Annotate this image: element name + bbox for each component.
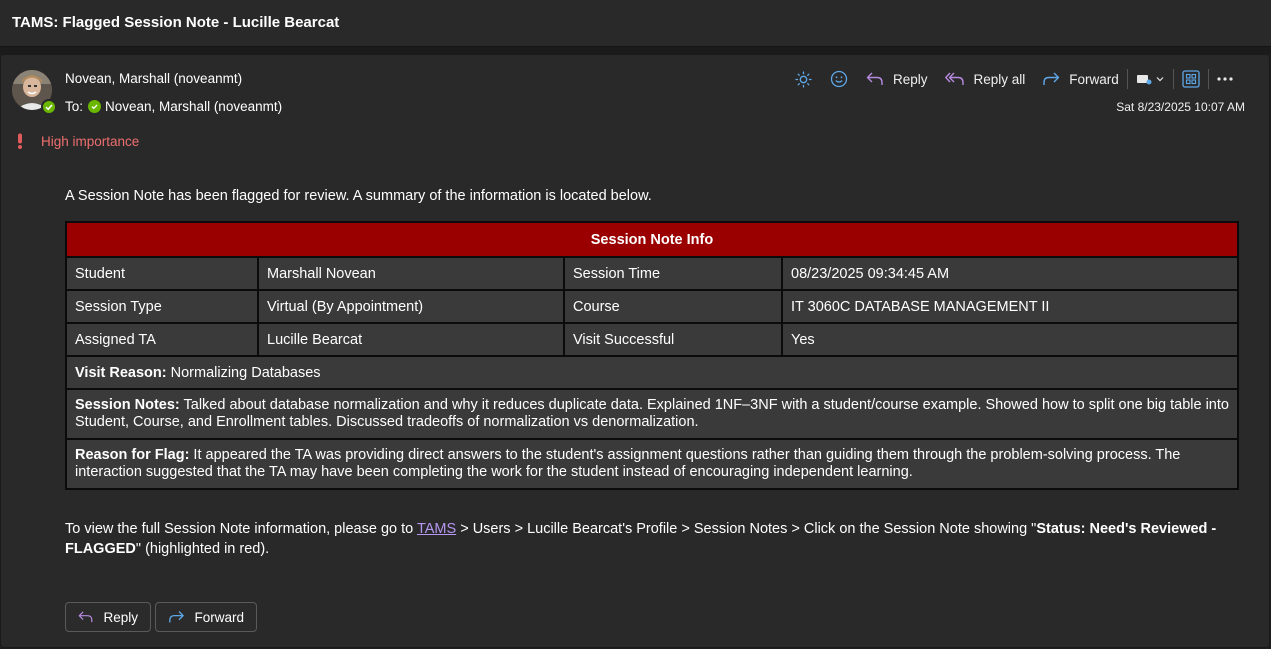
flag-reason-cell: Reason for Flag: It appeared the TA was …: [65, 438, 1239, 490]
field-value: Lucille Bearcat: [257, 322, 565, 357]
field-label: Session Time: [563, 256, 783, 291]
reply-label: Reply: [893, 71, 928, 87]
toolbar-divider: [1126, 69, 1128, 89]
session-note-table: Session Note Info Student Marshall Novea…: [65, 221, 1239, 490]
visit-reason-cell: Visit Reason: Normalizing Databases: [65, 355, 1239, 390]
presence-check-icon: [45, 104, 53, 111]
message-date: Sat 8/23/2025 10:07 AM: [1116, 100, 1245, 114]
reply-button[interactable]: Reply: [866, 68, 928, 90]
field-value: IT 3060C DATABASE MANAGEMENT II: [781, 289, 1239, 324]
apps-icon[interactable]: [1182, 68, 1200, 90]
visit-reason-label: Visit Reason:: [75, 364, 167, 381]
field-label: Session Type: [65, 289, 259, 324]
importance-banner: High importance: [16, 133, 139, 149]
body-intro: A Session Note has been flagged for revi…: [65, 188, 652, 204]
sun-icon[interactable]: [795, 68, 812, 90]
tag-menu-button[interactable]: [1136, 68, 1165, 90]
forward-icon: [1043, 72, 1060, 85]
recipient-presence-icon: [88, 100, 102, 113]
emoji-icon[interactable]: [830, 68, 848, 90]
reply-action-button[interactable]: Reply: [65, 602, 151, 632]
field-label: Visit Successful: [563, 322, 783, 357]
forward-action-button[interactable]: Forward: [155, 602, 257, 632]
forward-button[interactable]: Forward: [1042, 68, 1119, 90]
session-notes-value: Talked about database normalization and …: [75, 397, 1229, 430]
footer-instructions: To view the full Session Note informatio…: [65, 519, 1245, 559]
footer-prefix: To view the full Session Note informatio…: [65, 521, 417, 537]
reply-icon: [866, 72, 883, 85]
chevron-down-icon: [1156, 77, 1164, 82]
field-value: Yes: [781, 322, 1239, 357]
sender-name[interactable]: Novean, Marshall (noveanmt): [65, 71, 242, 86]
tams-link[interactable]: TAMS: [417, 521, 456, 537]
recipient-name[interactable]: Novean, Marshall (noveanmt): [105, 99, 282, 114]
table-row: Assigned TA Lucille Bearcat Visit Succes…: [65, 322, 1239, 357]
field-value: Marshall Novean: [257, 256, 565, 291]
footer-suffix: " (highlighted in red).: [135, 541, 270, 557]
table-row: Reason for Flag: It appeared the TA was …: [65, 438, 1239, 490]
reply-all-button[interactable]: Reply all: [944, 68, 1026, 90]
recipient-row: To: Novean, Marshall (noveanmt): [65, 99, 282, 114]
to-label: To:: [65, 99, 84, 114]
divider: [0, 47, 1271, 54]
toolbar-divider: [1172, 69, 1174, 89]
forward-label: Forward: [1069, 71, 1119, 87]
field-label: Student: [65, 256, 259, 291]
session-notes-cell: Session Notes: Talked about database nor…: [65, 388, 1239, 440]
reply-icon: [78, 611, 93, 623]
reply-action-label: Reply: [103, 609, 138, 625]
reply-all-label: Reply all: [973, 71, 1026, 87]
forward-icon: [169, 611, 184, 623]
field-value: Virtual (By Appointment): [257, 289, 565, 324]
toolbar-divider: [1207, 69, 1209, 89]
email-subject: TAMS: Flagged Session Note - Lucille Bea…: [12, 14, 340, 31]
forward-action-label: Forward: [194, 609, 244, 625]
session-notes-label: Session Notes:: [75, 397, 180, 413]
table-row: Visit Reason: Normalizing Databases: [65, 355, 1239, 390]
flag-reason-label: Reason for Flag:: [75, 447, 190, 463]
visit-reason-value: Normalizing Databases: [166, 364, 321, 381]
table-title: Session Note Info: [65, 221, 1239, 258]
table-row: Session Notes: Talked about database nor…: [65, 388, 1239, 440]
table-row: Session Type Virtual (By Appointment) Co…: [65, 289, 1239, 324]
flag-reason-value: It appeared the TA was providing direct …: [75, 447, 1181, 480]
table-row: Student Marshall Novean Session Time 08/…: [65, 256, 1239, 291]
tag-icon: [1136, 75, 1152, 85]
field-value: 08/23/2025 09:34:45 AM: [781, 256, 1239, 291]
presence-status: [41, 99, 57, 115]
exclamation-icon: [16, 133, 26, 149]
field-label: Course: [563, 289, 783, 324]
reply-all-icon: [944, 72, 964, 85]
message-toolbar: Reply Reply all Forward: [795, 68, 1233, 90]
email-titlebar: TAMS: Flagged Session Note - Lucille Bea…: [0, 0, 1271, 47]
field-label: Assigned TA: [65, 322, 259, 357]
more-icon[interactable]: [1217, 68, 1233, 90]
importance-label: High importance: [41, 133, 140, 149]
footer-path: > Users > Lucille Bearcat's Profile > Se…: [456, 521, 1037, 537]
